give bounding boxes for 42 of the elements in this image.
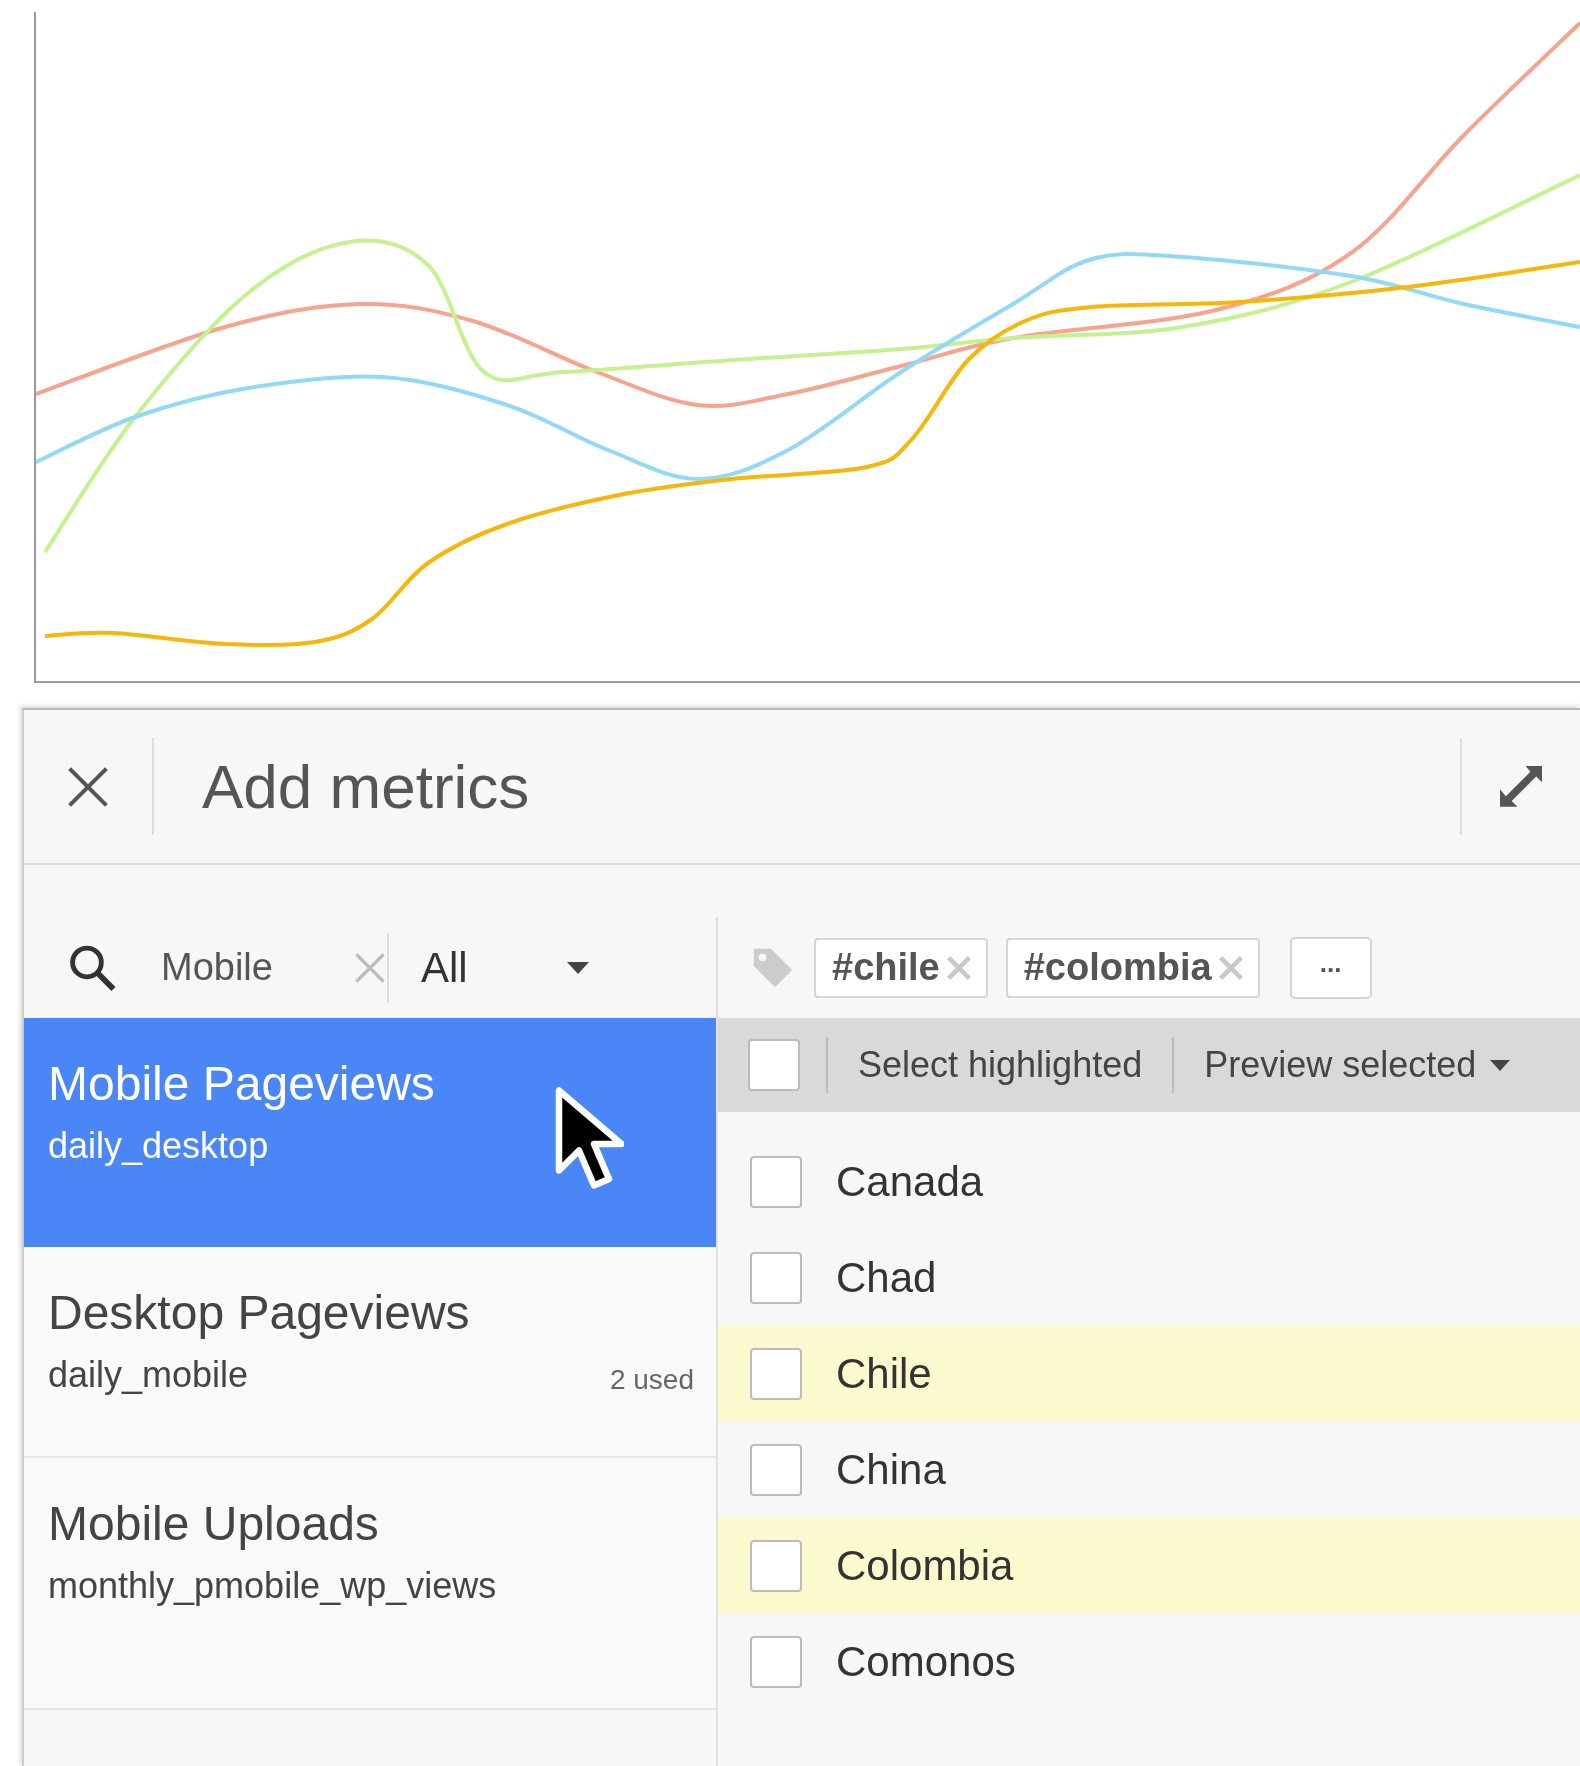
country-row[interactable]: Colombia: [718, 1518, 1580, 1614]
select-highlighted-button[interactable]: Select highlighted: [826, 1037, 1173, 1093]
checkbox[interactable]: [750, 1252, 802, 1304]
preview-selected-button[interactable]: Preview selected: [1172, 1037, 1541, 1093]
filter-dropdown[interactable]: All: [389, 932, 639, 1003]
tag-chip[interactable]: #colombia: [1005, 937, 1260, 998]
metric-item[interactable]: Mobile Uploads monthly_pmobile_wp_views: [24, 1458, 716, 1710]
search-field[interactable]: Mobile: [159, 945, 353, 990]
country-row[interactable]: Chad: [718, 1230, 1580, 1326]
metric-name: Desktop Pageviews: [48, 1285, 470, 1340]
country-name: Chile: [836, 1350, 932, 1398]
cursor-icon: [554, 1084, 624, 1192]
country-name: Chad: [836, 1254, 937, 1302]
country-name: China: [836, 1446, 946, 1494]
country-name: Colombia: [836, 1542, 1014, 1590]
panel-title: Add metrics: [201, 751, 531, 823]
checkbox[interactable]: [750, 1348, 802, 1400]
usage-count: 2 used: [609, 1364, 694, 1396]
checkbox[interactable]: [750, 1540, 802, 1592]
metric-id: daily_desktop: [48, 1125, 269, 1167]
country-name: Comonos: [836, 1638, 1016, 1686]
country-row[interactable]: China: [718, 1422, 1580, 1518]
checkbox[interactable]: [750, 1636, 802, 1688]
more-button[interactable]: ...: [1289, 936, 1372, 999]
tag-chip[interactable]: #chile: [814, 937, 988, 998]
remove-icon: [945, 954, 972, 981]
clear-button[interactable]: [353, 950, 387, 985]
metric-name: Mobile Uploads: [48, 1496, 379, 1551]
checkbox[interactable]: [750, 1156, 802, 1208]
caret-icon: [1490, 1059, 1511, 1071]
metric-item[interactable]: Desktop Pageviews daily_mobile 2 used: [24, 1247, 716, 1458]
metric-id: monthly_pmobile_wp_views: [48, 1565, 497, 1607]
caret-icon: [567, 961, 589, 974]
select-all-checkbox[interactable]: [748, 1039, 800, 1091]
metric-name: Mobile Pageviews: [48, 1056, 435, 1111]
country-name: Canada: [836, 1158, 984, 1206]
checkbox[interactable]: [750, 1444, 802, 1496]
country-row[interactable]: Chile: [718, 1326, 1580, 1422]
country-row[interactable]: Canada: [718, 1134, 1580, 1230]
metric-id: daily_mobile: [48, 1354, 249, 1396]
remove-icon: [1217, 954, 1244, 981]
country-row[interactable]: Comonos: [718, 1614, 1580, 1710]
